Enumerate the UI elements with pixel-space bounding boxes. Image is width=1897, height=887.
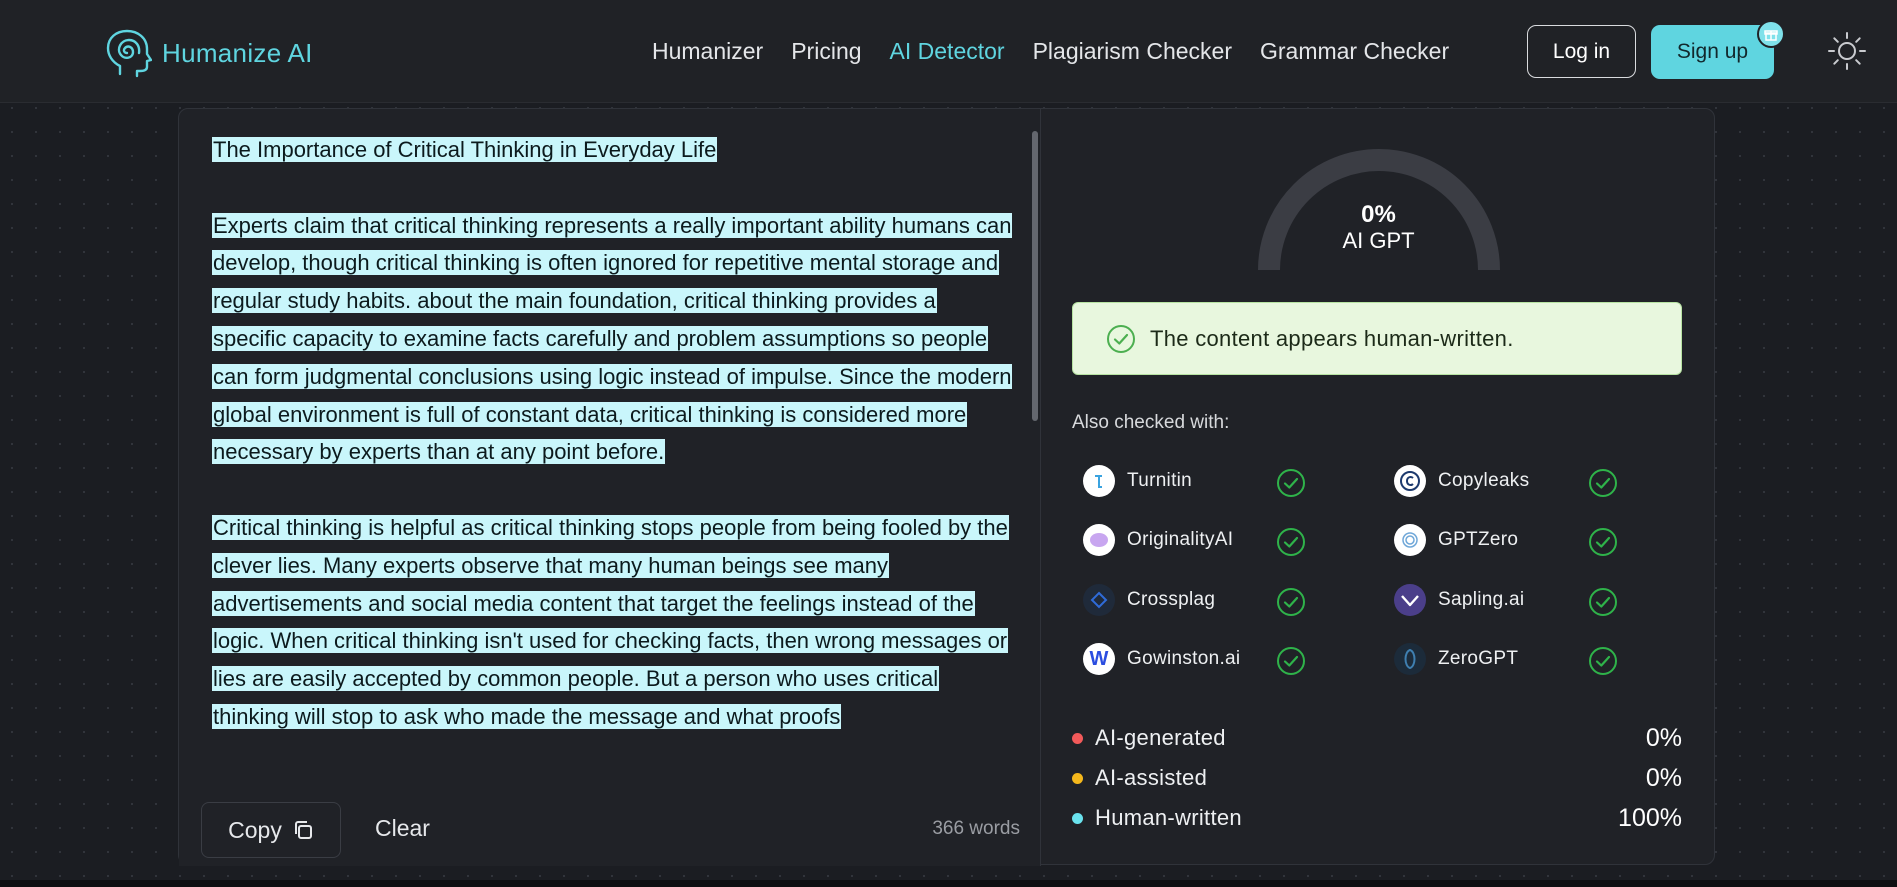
breakdown-label: AI-generated: [1095, 725, 1226, 750]
copy-label: Copy: [228, 816, 282, 843]
check-circle-icon: [1277, 528, 1305, 556]
check-circle-icon: [1277, 647, 1305, 675]
winston-logo: W: [1083, 643, 1115, 675]
detector-gptzero: GPTZero: [1394, 524, 1518, 556]
breakdown-value: 0%: [1645, 763, 1682, 792]
essay-title: The Importance of Critical Thinking in E…: [212, 137, 718, 162]
copyleaks-logo: [1394, 465, 1426, 497]
breakdown-row-ai-assisted: AI-assisted 0%: [1072, 763, 1682, 793]
detector-name: Sapling.ai: [1438, 589, 1525, 610]
detector-name: Gowinston.ai: [1127, 648, 1241, 669]
breakdown-label: AI-assisted: [1095, 765, 1208, 790]
detector-crossplag: Crossplag: [1083, 584, 1215, 616]
nav-link-ai-detector[interactable]: AI Detector: [890, 38, 1005, 65]
red-dot-icon: [1072, 732, 1083, 744]
detector-zerogpt: ZeroGPT: [1394, 643, 1518, 675]
verdict-text: The content appears human-written.: [1150, 325, 1514, 351]
detector-sapling: Sapling.ai: [1394, 584, 1524, 616]
editor-content[interactable]: The Importance of Critical Thinking in E…: [212, 131, 1012, 791]
cyan-dot-icon: [1072, 812, 1083, 824]
nav-link-grammar-checker[interactable]: Grammar Checker: [1260, 38, 1449, 65]
login-button[interactable]: Log in: [1527, 25, 1636, 78]
yellow-dot-icon: [1072, 772, 1083, 784]
check-circle-icon: [1277, 588, 1305, 616]
detector-name: Crossplag: [1127, 589, 1216, 610]
verdict-banner: The content appears human-written.: [1072, 302, 1682, 375]
sun-icon[interactable]: [1826, 30, 1868, 72]
word-count: 366 words: [932, 818, 1020, 839]
breakdown-row-ai-generated: AI-generated 0%: [1072, 723, 1682, 753]
detector-panel: The Importance of Critical Thinking in E…: [178, 108, 1716, 866]
nav-link-plagiarism-checker[interactable]: Plagiarism Checker: [1033, 38, 1232, 65]
detector-originalityai: OriginalityAI: [1083, 524, 1233, 556]
essay-paragraph: Critical thinking is helpful as critical…: [212, 514, 1009, 729]
detector-copyleaks: Copyleaks: [1394, 465, 1529, 497]
check-circle-icon: [1277, 469, 1305, 497]
breakdown-label: Human-written: [1095, 805, 1242, 830]
detector-gowinston: W Gowinston.ai: [1083, 643, 1240, 675]
check-circle-icon: [1107, 324, 1135, 353]
head-brain-icon: [106, 29, 152, 78]
top-navbar: Humanize AI Humanizer Pricing AI Detecto…: [0, 0, 1897, 103]
copy-button[interactable]: Copy: [201, 802, 341, 858]
breakdown-row-human-written: Human-written 100%: [1072, 803, 1682, 833]
gauge-label: AI GPT: [1342, 228, 1415, 253]
text-editor[interactable]: The Importance of Critical Thinking in E…: [179, 109, 1041, 866]
crossplag-logo: [1083, 584, 1115, 616]
check-circle-icon: [1589, 588, 1617, 616]
detector-name: ZeroGPT: [1438, 648, 1519, 669]
breakdown-value: 100%: [1618, 803, 1682, 832]
editor-footer: Copy Clear 366 words: [179, 791, 1040, 866]
sapling-logo: [1394, 584, 1426, 616]
gift-icon[interactable]: [1757, 20, 1785, 48]
originality-logo: [1083, 524, 1115, 556]
brand-name: Humanize AI: [162, 37, 313, 68]
nav-links: Humanizer Pricing AI Detector Plagiarism…: [652, 38, 1477, 65]
turnitin-logo: [1083, 465, 1115, 497]
detector-name: Copyleaks: [1438, 470, 1530, 491]
check-circle-icon: [1589, 647, 1617, 675]
gauge-percent: 0%: [1361, 201, 1396, 228]
nav-link-humanizer[interactable]: Humanizer: [652, 38, 763, 65]
brand-logo[interactable]: Humanize AI: [104, 28, 313, 78]
detector-name: Turnitin: [1127, 470, 1193, 491]
window-bottom-edge: [0, 880, 1897, 887]
results-panel: 0% AI GPT The content appears human-writ…: [1041, 109, 1716, 866]
gptzero-logo: [1394, 524, 1426, 556]
copy-icon: [294, 821, 312, 839]
also-checked-label: Also checked with:: [1072, 412, 1230, 433]
detector-name: GPTZero: [1438, 529, 1519, 550]
check-circle-icon: [1589, 528, 1617, 556]
detector-turnitin: Turnitin: [1083, 465, 1192, 497]
signup-button[interactable]: Sign up: [1651, 25, 1774, 79]
detector-name: OriginalityAI: [1127, 529, 1234, 550]
editor-scrollbar[interactable]: [1032, 131, 1038, 771]
check-circle-icon: [1589, 469, 1617, 497]
clear-button[interactable]: Clear: [375, 815, 430, 842]
scrollbar-thumb[interactable]: [1032, 131, 1038, 421]
essay-paragraph: Experts claim that critical thinking rep…: [212, 212, 1012, 465]
zerogpt-logo: [1394, 643, 1426, 675]
breakdown-value: 0%: [1645, 723, 1682, 752]
nav-link-pricing[interactable]: Pricing: [791, 38, 861, 65]
